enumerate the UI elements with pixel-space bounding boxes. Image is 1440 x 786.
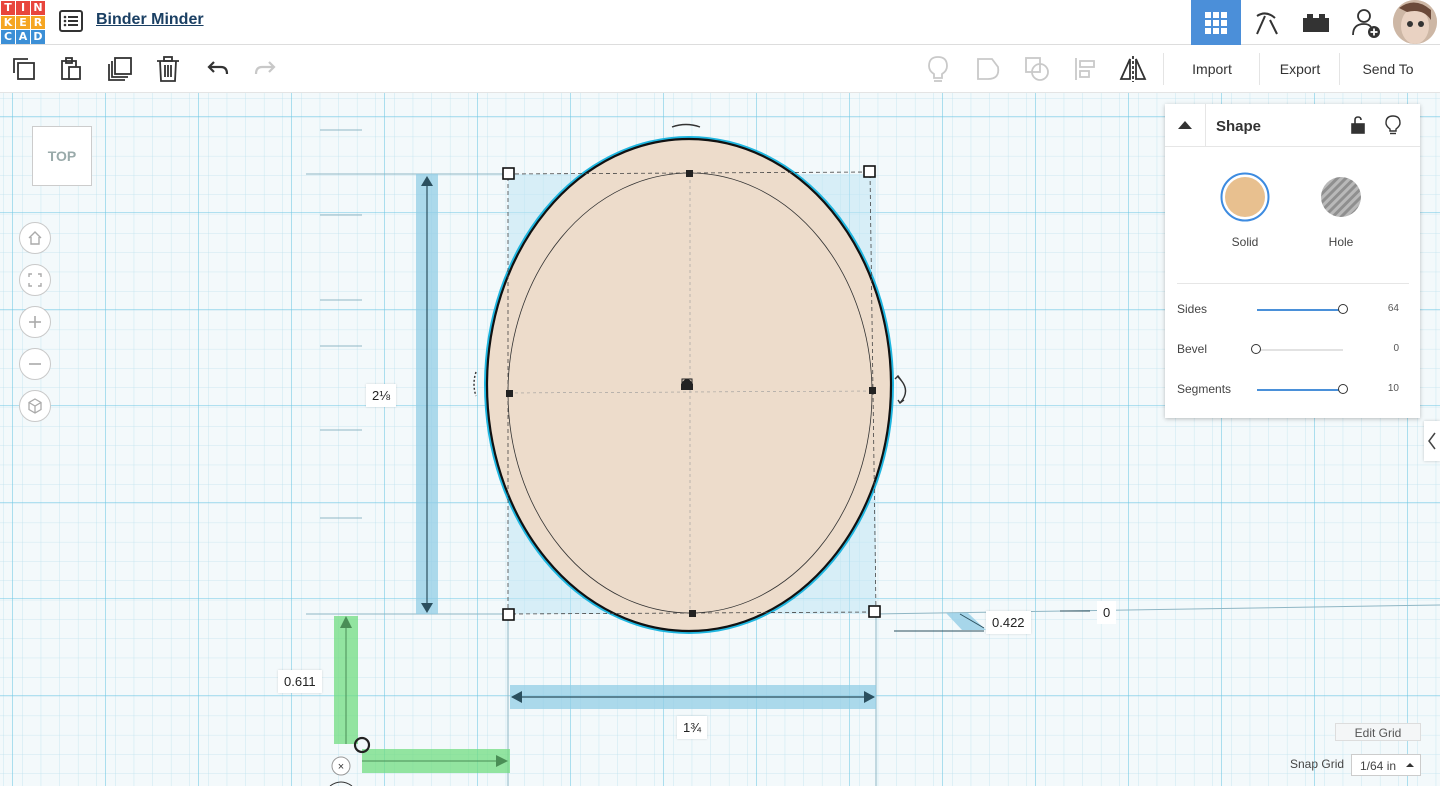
sides-slider[interactable] [1257,304,1348,314]
delete-icon[interactable] [152,53,184,85]
bricks-icon[interactable] [1291,0,1341,45]
chevron-left-icon [1428,432,1436,450]
group-icon[interactable] [972,53,1004,85]
bevel-row: Bevel 0 [1177,340,1409,360]
sides-slider-fill [1257,309,1343,311]
z-value-label[interactable]: 0 [1097,601,1117,624]
fit-view-icon[interactable] [19,264,51,296]
width-value-label[interactable]: 1¾ [677,716,708,739]
edit-grid-button[interactable]: Edit Grid [1335,723,1421,741]
logo-letter: D [31,30,45,44]
bevel-slider-knob[interactable] [1251,344,1261,354]
align-icon[interactable] [1070,53,1102,85]
sides-value[interactable]: 64 [1388,303,1399,314]
inspector-title: Shape [1216,118,1262,135]
bevel-value[interactable]: 0 [1393,343,1399,354]
height-value-label[interactable]: 2⅛ [366,384,397,407]
undo-icon[interactable] [202,53,234,85]
sides-row: Sides 64 [1177,300,1409,320]
sides-label: Sides [1177,302,1208,316]
duplicate-icon[interactable] [104,53,136,85]
send-to-button[interactable]: Send To [1339,53,1436,85]
logo-letter: E [16,15,30,29]
logo-letter: A [16,30,30,44]
divider [1177,283,1409,284]
hole-swatch[interactable] [1316,172,1366,222]
segments-slider-fill [1257,389,1343,391]
solid-swatch[interactable] [1220,172,1270,222]
tinkercad-logo[interactable]: T I N K E R C A D [1,1,45,44]
view-cube[interactable]: TOP [32,126,92,186]
avatar[interactable] [1393,0,1437,44]
shape-inspector: Shape Solid Hole Sides 64 Bevel 0 Segmen… [1165,104,1420,418]
design-list-icon[interactable] [58,8,84,34]
width-dimension[interactable] [510,685,876,709]
inspector-header: Shape [1165,104,1420,147]
logo-letter: K [1,15,15,29]
export-button[interactable]: Export [1259,53,1340,85]
design-title[interactable]: Binder Minder [96,11,204,29]
snap-grid-label: Snap Grid [1290,757,1345,771]
mirror-icon[interactable] [1117,53,1149,85]
codeblocks-pickaxe-icon[interactable] [1241,0,1291,45]
edit-toolbar: Import Export Send To [0,45,1440,93]
logo-letter: T [1,1,15,15]
sides-slider-knob[interactable] [1338,304,1348,314]
lightbulb-icon[interactable] [1385,115,1401,140]
logo-letter: R [31,15,45,29]
zoom-in-icon[interactable] [19,306,51,338]
chevron-up-icon [1406,763,1414,767]
3d-view-grid-icon[interactable] [1191,0,1241,45]
copy-icon[interactable] [8,53,40,85]
bevel-slider[interactable] [1251,344,1343,354]
side-panel-toggle[interactable] [1424,421,1440,461]
import-button[interactable]: Import [1163,53,1260,85]
logo-letter: C [1,30,15,44]
notes-lightbulb-icon[interactable] [922,53,954,85]
segments-label: Segments [1177,382,1232,396]
height-dimension[interactable] [416,174,438,614]
collapse-icon[interactable] [1165,104,1206,146]
elevation-value-label[interactable]: 0.422 [986,611,1031,634]
solid-label: Solid [1231,235,1259,249]
segments-value[interactable]: 10 [1388,383,1399,394]
hole-label: Hole [1328,235,1354,249]
paste-icon[interactable] [55,53,87,85]
y-offset-value-label[interactable]: 0.611 [278,670,322,693]
segments-slider-knob[interactable] [1338,384,1348,394]
add-user-icon[interactable] [1341,0,1391,45]
logo-letter: N [31,1,45,15]
logo-letter: I [16,1,30,15]
top-bar: T I N K E R C A D Binder Minder [0,0,1440,45]
segments-row: Segments 10 [1177,380,1409,400]
solid-option[interactable]: Solid [1215,172,1275,249]
svg-text:×: × [338,761,344,773]
segments-slider[interactable] [1257,384,1348,394]
zoom-out-icon[interactable] [19,348,51,380]
home-icon[interactable] [19,222,51,254]
redo-icon [249,53,281,85]
lock-icon[interactable] [1350,115,1366,140]
ungroup-icon[interactable] [1021,53,1053,85]
snap-grid-select[interactable]: 1/64 in [1351,754,1421,776]
snap-grid-value: 1/64 in [1360,759,1397,773]
bevel-label: Bevel [1177,342,1208,356]
hole-option[interactable]: Hole [1311,172,1371,249]
perspective-icon[interactable] [19,390,51,422]
